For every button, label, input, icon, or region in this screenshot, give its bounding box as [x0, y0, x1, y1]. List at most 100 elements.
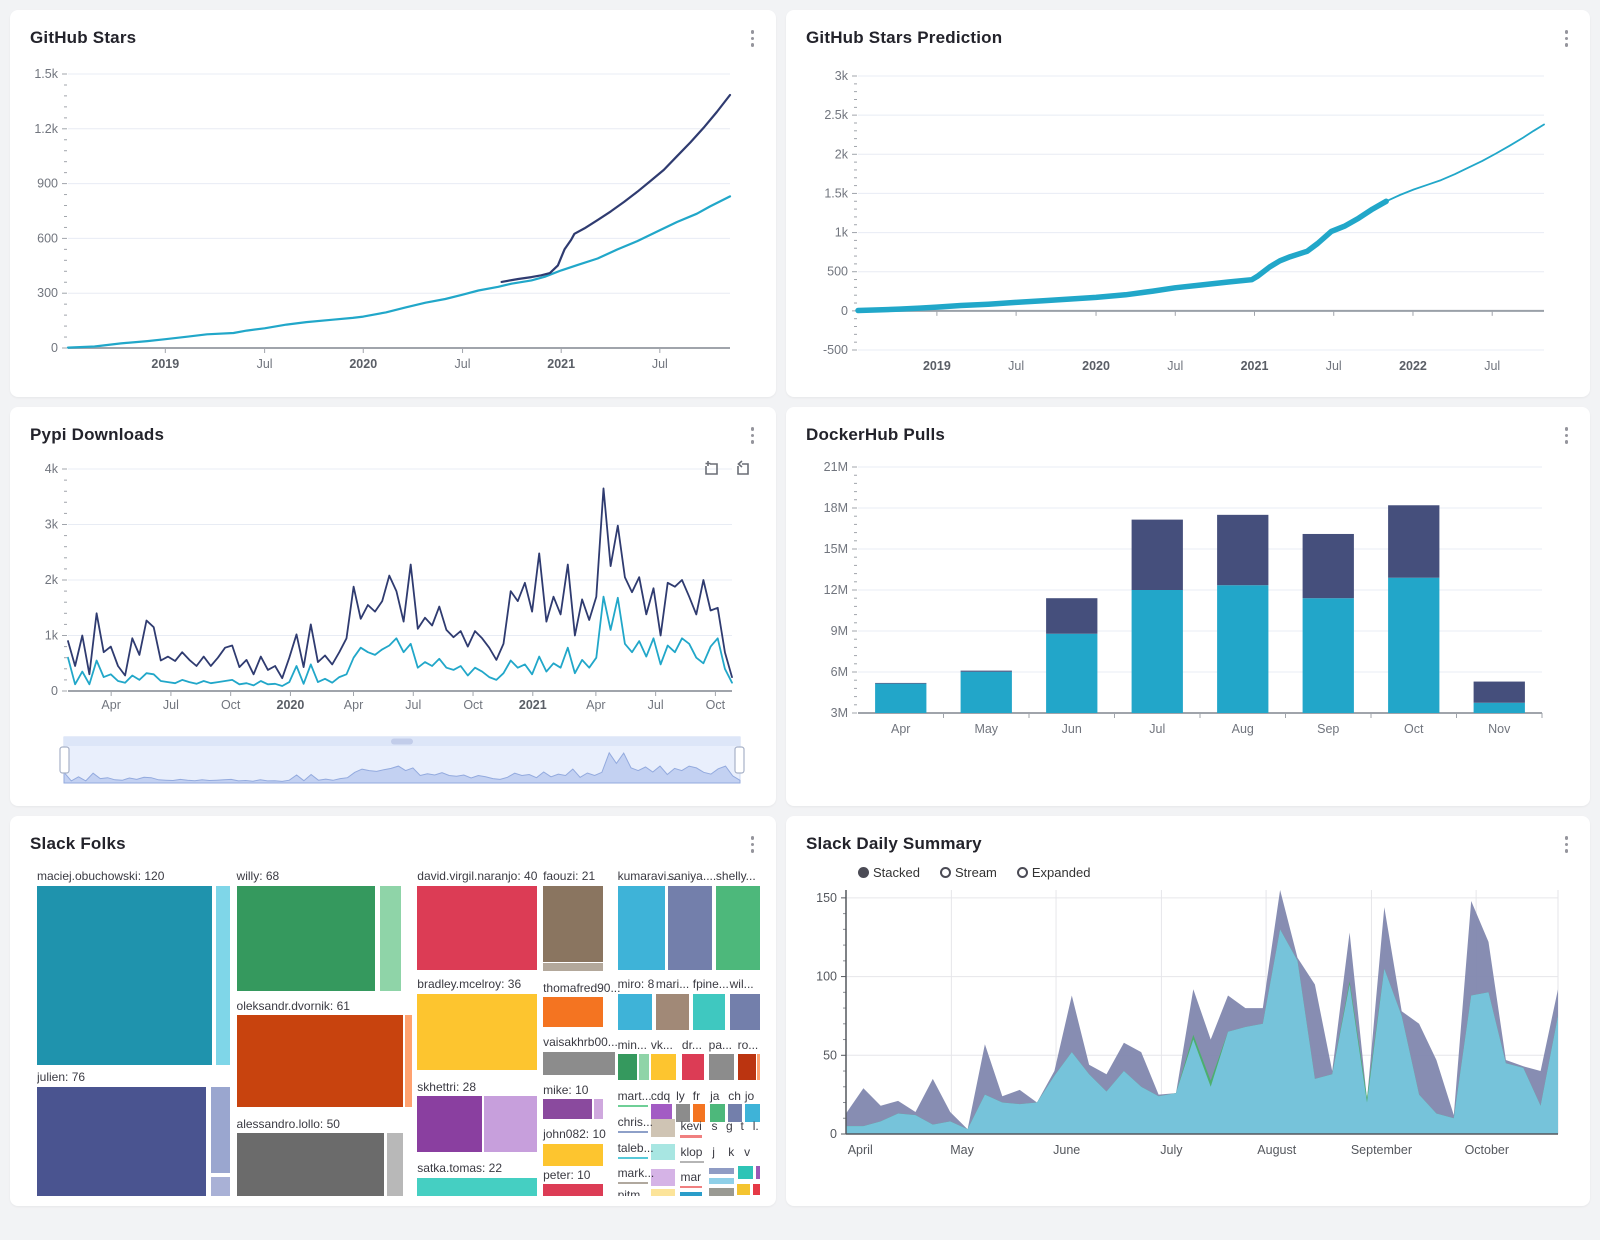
treemap-tile[interactable]	[417, 994, 537, 1070]
bar-segment-cyan[interactable]	[1046, 634, 1097, 713]
treemap-tile[interactable]	[594, 1099, 603, 1119]
treemap-tile[interactable]	[237, 886, 376, 991]
x-axis-label: Oct	[1404, 722, 1424, 736]
line-series	[502, 95, 730, 282]
treemap-tile[interactable]	[618, 1054, 638, 1080]
datazoom-slider[interactable]	[60, 737, 744, 783]
x-axis-label: 2020	[277, 698, 305, 712]
bar-segment-cyan[interactable]	[1217, 585, 1268, 713]
treemap-mini-label[interactable]: chris...	[618, 1116, 648, 1133]
treemap-tile[interactable]	[387, 1133, 403, 1196]
treemap-tile[interactable]	[211, 1177, 231, 1196]
treemap-tile[interactable]	[651, 1054, 676, 1080]
restore-icon[interactable]	[733, 459, 752, 478]
bar-segment-cyan[interactable]	[1132, 590, 1183, 713]
treemap-mini-label[interactable]: mart...	[618, 1090, 648, 1107]
treemap-tile[interactable]	[543, 1144, 603, 1166]
treemap-label: cdq	[651, 1090, 670, 1103]
treemap-mini-label[interactable]: taleb...	[618, 1142, 648, 1159]
treemap-tile[interactable]	[651, 1119, 676, 1137]
treemap-tile[interactable]	[738, 1054, 757, 1080]
bar-segment-cyan[interactable]	[1303, 598, 1354, 713]
treemap-label: vaisakhrb00...	[543, 1036, 618, 1049]
treemap-tile[interactable]	[738, 1166, 752, 1179]
treemap-tile[interactable]	[618, 994, 652, 1031]
legend-item-stacked[interactable]: Stacked	[858, 865, 920, 880]
treemap-tile[interactable]	[618, 886, 665, 971]
bar-segment-cyan[interactable]	[1388, 578, 1439, 713]
treemap-tile[interactable]	[380, 886, 401, 991]
treemap-tile[interactable]	[543, 1052, 615, 1075]
kebab-menu-icon[interactable]	[747, 423, 759, 448]
treemap-tile[interactable]	[730, 994, 760, 1031]
treemap-tile[interactable]	[237, 1133, 384, 1196]
bar-segment-cyan[interactable]	[961, 672, 1012, 713]
bar-segment-cyan[interactable]	[875, 684, 926, 713]
bar-segment-cyan[interactable]	[1474, 703, 1525, 713]
zoom-select-icon[interactable]	[702, 459, 721, 478]
x-axis-label: Jul	[257, 357, 273, 371]
bar-segment-navy[interactable]	[1303, 534, 1354, 598]
bar-segment-navy[interactable]	[1388, 505, 1439, 577]
treemap-tile[interactable]	[680, 1161, 703, 1164]
treemap-tile[interactable]	[682, 1054, 704, 1080]
treemap-tile[interactable]	[651, 1189, 676, 1196]
bar-segment-navy[interactable]	[1474, 682, 1525, 703]
treemap-tile[interactable]	[709, 1178, 734, 1184]
treemap-tile[interactable]	[680, 1135, 702, 1138]
treemap-tile[interactable]	[417, 1178, 537, 1196]
pypi-downloads-chart: 01k2k3k4kAprJulOct2020AprJulOct2021AprJu…	[10, 445, 776, 797]
slider-handle-right[interactable]	[735, 747, 744, 773]
treemap-tile[interactable]	[37, 886, 212, 1065]
kebab-menu-icon[interactable]	[1561, 832, 1573, 857]
treemap-tile[interactable]	[668, 886, 712, 971]
treemap-tile[interactable]	[417, 886, 537, 971]
treemap-tile[interactable]	[709, 1168, 734, 1174]
treemap-tile[interactable]	[216, 886, 230, 1065]
treemap-tile[interactable]	[680, 1192, 702, 1196]
x-axis-label: Jul	[648, 698, 664, 712]
treemap-tile[interactable]	[211, 1087, 231, 1173]
card-title: Slack Folks	[30, 834, 776, 854]
bar-segment-navy[interactable]	[1132, 520, 1183, 590]
treemap-tile[interactable]	[753, 1184, 760, 1194]
y-axis-label: 900	[37, 177, 58, 191]
treemap-tile[interactable]	[656, 994, 689, 1031]
treemap-tile[interactable]	[543, 963, 603, 971]
treemap-tile[interactable]	[543, 1184, 603, 1196]
treemap-mini-label[interactable]: mark...	[618, 1167, 648, 1184]
treemap-tile[interactable]	[237, 1015, 403, 1107]
kebab-menu-icon[interactable]	[747, 832, 759, 857]
treemap-tile[interactable]	[543, 886, 603, 962]
kebab-menu-icon[interactable]	[1561, 26, 1573, 51]
treemap-tile[interactable]	[680, 1186, 702, 1189]
treemap-tile[interactable]	[484, 1096, 538, 1152]
treemap-tile[interactable]	[757, 1054, 760, 1080]
legend-item-stream[interactable]: Stream	[940, 865, 997, 880]
treemap-tile[interactable]	[651, 1169, 676, 1185]
treemap-tile[interactable]	[37, 1087, 206, 1196]
slider-handle-left[interactable]	[60, 747, 69, 773]
treemap-mini-label[interactable]: pitm...	[618, 1189, 648, 1196]
treemap-tile[interactable]	[543, 997, 603, 1026]
treemap-tile[interactable]	[639, 1054, 649, 1080]
treemap-tile[interactable]	[651, 1144, 676, 1160]
bar-segment-navy[interactable]	[875, 683, 926, 684]
treemap-tile[interactable]	[417, 1096, 481, 1152]
card-github-stars-prediction: GitHub Stars Prediction -50005001k1.5k2k…	[786, 10, 1590, 397]
treemap-tile[interactable]	[709, 1054, 734, 1080]
kebab-menu-icon[interactable]	[1561, 423, 1573, 448]
treemap-tile[interactable]	[756, 1166, 760, 1179]
treemap-tile[interactable]	[737, 1184, 750, 1194]
bar-segment-navy[interactable]	[961, 671, 1012, 672]
legend-item-expanded[interactable]: Expanded	[1017, 865, 1091, 880]
treemap-tile[interactable]	[716, 886, 760, 971]
kebab-menu-icon[interactable]	[747, 26, 759, 51]
treemap-tile[interactable]	[405, 1015, 412, 1107]
treemap-tile[interactable]	[709, 1188, 734, 1196]
bar-segment-navy[interactable]	[1217, 515, 1268, 585]
slider-grip[interactable]	[391, 739, 413, 745]
bar-segment-navy[interactable]	[1046, 598, 1097, 634]
treemap-tile[interactable]	[693, 994, 726, 1031]
treemap-tile[interactable]	[543, 1099, 592, 1119]
